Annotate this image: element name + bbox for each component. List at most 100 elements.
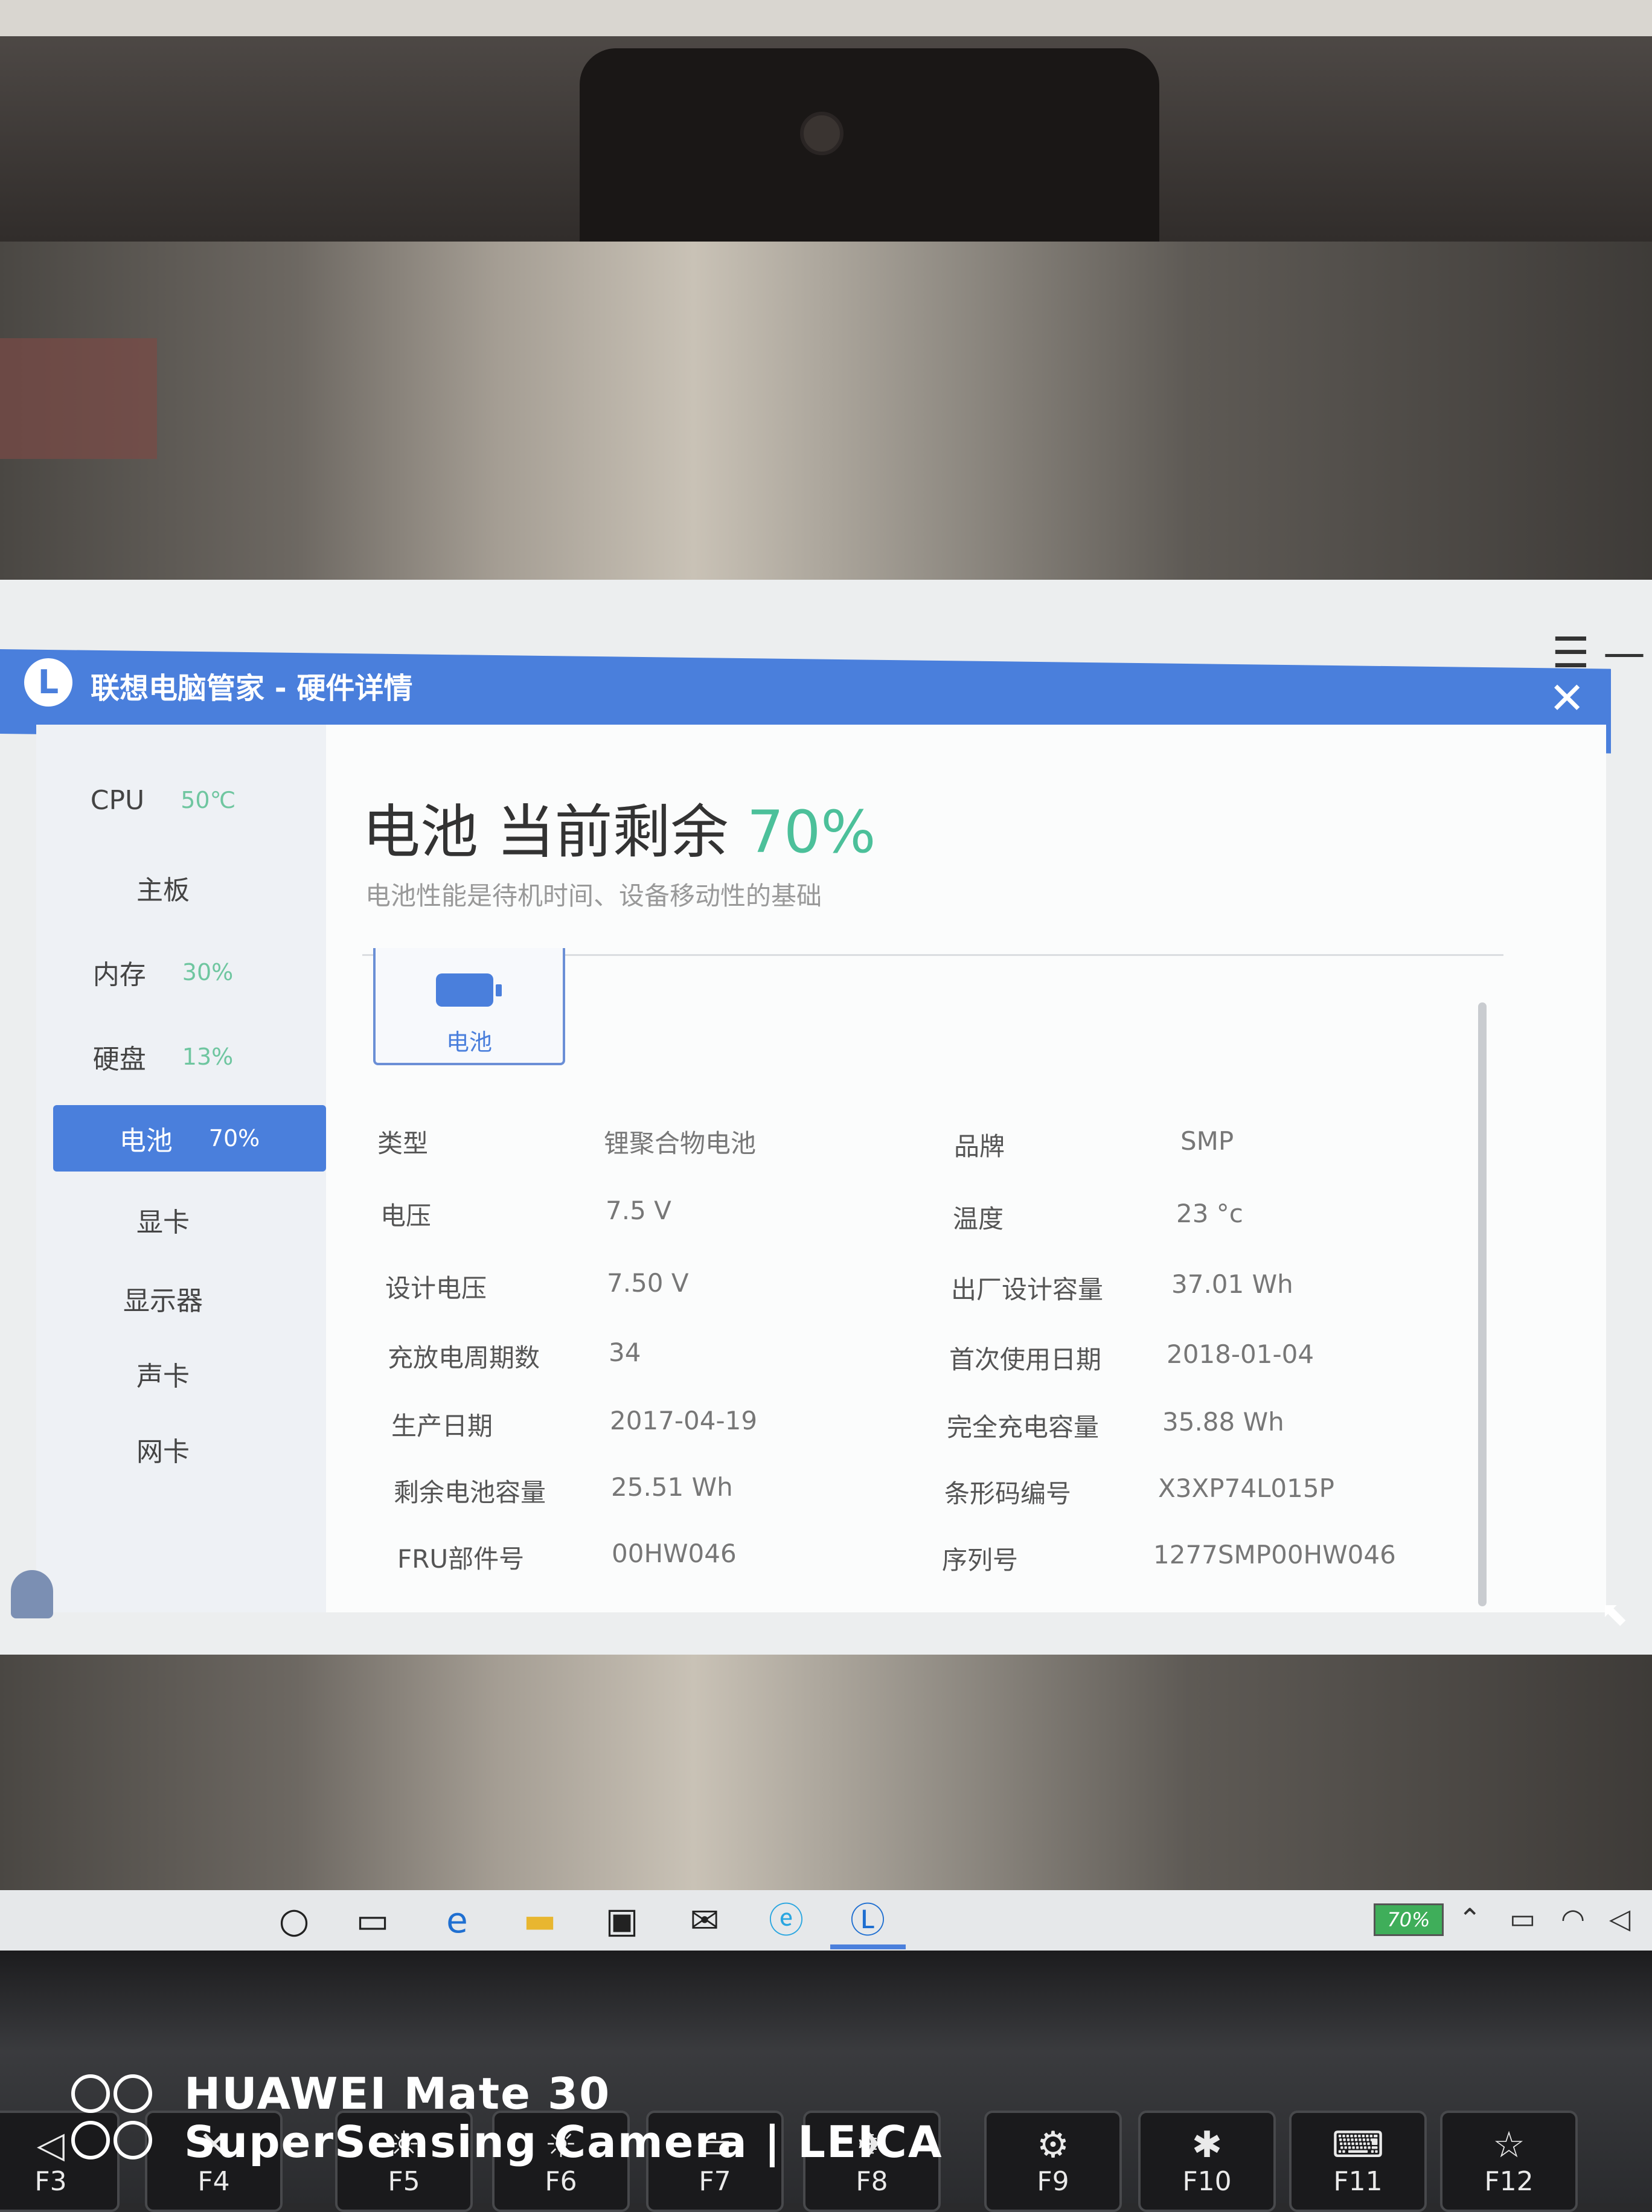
field-label: 序列号 [942, 1545, 1019, 1575]
sidebar-item-label: 显示器 [123, 1286, 203, 1316]
page-title: 电池 当前剩余 70% [362, 785, 876, 869]
field-label: 充放电周期数 [388, 1343, 540, 1373]
key-f12: ☆ F12 [1440, 2111, 1578, 2212]
store-icon[interactable]: ▣ [603, 1901, 641, 1940]
background-top [0, 0, 1652, 36]
page-subtitle: 电池性能是待机时间、设备移动性的基础 [365, 881, 822, 911]
sidebar-item-label: CPU [90, 784, 145, 816]
sidebar-item-motherboard[interactable]: 主板 [36, 854, 290, 921]
field-label: FRU部件号 [397, 1544, 525, 1574]
key-label: F3 [34, 2166, 67, 2197]
sidebar-item-value: 13% [182, 1043, 234, 1070]
heading-text: 电池 当前剩余 [362, 798, 748, 866]
sidebar-item-disk[interactable]: 硬盘 13% [36, 1024, 290, 1090]
field-label: 设计电压 [385, 1274, 487, 1303]
key-label: F4 [197, 2166, 230, 2197]
keyboard-icon: ⌨ [1331, 2124, 1385, 2166]
camera-logo-icon [71, 2121, 168, 2163]
key-label: F5 [388, 2166, 420, 2197]
field-label: 出厂设计容量 [951, 1275, 1104, 1304]
search-circle-icon[interactable]: ○ [275, 1901, 313, 1940]
sidebar-item-battery[interactable]: 电池 70% [53, 1105, 326, 1172]
key-label: F8 [856, 2166, 888, 2197]
webcam-lens [800, 112, 844, 155]
user-avatar[interactable] [11, 1570, 53, 1618]
field-label: 完全充电容量 [947, 1412, 1100, 1442]
sidebar-item-network[interactable]: 网卡 [36, 1416, 290, 1483]
field-value: 34 [609, 1338, 641, 1367]
field-value: 25.51 Wh [611, 1472, 733, 1502]
file-explorer-icon[interactable]: ▬ [520, 1901, 559, 1940]
watermark-line1: HUAWEI Mate 30 [184, 2068, 611, 2119]
sidebar-item-cpu[interactable]: CPU 50℃ [36, 767, 290, 833]
field-value: 锂聚合物电池 [604, 1129, 757, 1158]
field-value: 23 °c [1176, 1199, 1243, 1228]
sidebar-item-label: 显卡 [136, 1207, 190, 1238]
key-label: F10 [1182, 2166, 1232, 2197]
sidebar-item-gpu[interactable]: 显卡 [36, 1187, 290, 1253]
sidebar-item-display[interactable]: 显示器 [36, 1265, 290, 1332]
lenovo-logo-icon: L [24, 658, 72, 707]
sidebar-item-label: 电池 [119, 1126, 173, 1156]
active-app-indicator [830, 1944, 906, 1949]
sidebar-item-label: 硬盘 [92, 1044, 146, 1075]
sidebar-item-sound[interactable]: 声卡 [36, 1341, 290, 1407]
sidebar-item-value: 30% [182, 959, 234, 986]
battery-icon [436, 973, 502, 1007]
tray-battery-indicator[interactable]: 70% [1374, 1903, 1444, 1936]
field-value: 1277SMP00HW046 [1153, 1540, 1396, 1569]
star-icon: ☆ [1493, 2124, 1525, 2166]
key-label: F11 [1333, 2166, 1383, 2197]
sidebar-item-label: 网卡 [136, 1437, 190, 1467]
watermark-line2: SuperSensing Camera | LEICA [184, 2117, 943, 2167]
close-button[interactable]: ✕ [1549, 676, 1585, 720]
field-value: 00HW046 [612, 1539, 737, 1568]
edge-icon[interactable]: e [438, 1901, 476, 1940]
field-value: 2018-01-04 [1167, 1339, 1314, 1369]
sidebar-item-label: 内存 [92, 960, 146, 990]
battery-tray-icon[interactable]: ▭ [1510, 1902, 1535, 1935]
task-view-icon[interactable]: ▭ [353, 1901, 392, 1940]
field-label: 条形码编号 [944, 1479, 1072, 1508]
key-label: F12 [1484, 2166, 1534, 2197]
field-label: 温度 [953, 1204, 1004, 1234]
scrollbar[interactable] [1478, 1002, 1487, 1606]
field-value: 37.01 Wh [1171, 1269, 1293, 1299]
camera-logo-icon [71, 2074, 168, 2117]
bluetooth-icon: ✱ [1191, 2124, 1223, 2166]
field-label: 类型 [377, 1129, 429, 1158]
sidebar-item-label: 声卡 [136, 1361, 190, 1392]
field-label: 品牌 [954, 1132, 1005, 1161]
sidebar-item-value: 70% [208, 1125, 260, 1152]
field-label: 电压 [380, 1201, 432, 1231]
wifi-icon[interactable]: ◠ [1561, 1902, 1585, 1935]
sidebar-item-value: 50℃ [181, 787, 236, 813]
field-label: 剩余电池容量 [394, 1478, 546, 1507]
key-label: F9 [1037, 2166, 1069, 2197]
tab-battery[interactable]: 电池 [373, 948, 565, 1065]
key-f11: ⌨ F11 [1289, 2111, 1427, 2212]
field-value: 35.88 Wh [1162, 1407, 1284, 1437]
field-label: 首次使用日期 [949, 1345, 1102, 1374]
sidebar-item-memory[interactable]: 内存 30% [36, 939, 290, 1005]
field-value: 2017-04-19 [610, 1406, 758, 1435]
key-label: F7 [699, 2166, 731, 2197]
field-value: 7.50 V [607, 1268, 689, 1298]
field-value: 7.5 V [606, 1196, 671, 1225]
chevron-up-icon[interactable]: ⌃ [1458, 1902, 1482, 1935]
field-label: 生产日期 [391, 1411, 493, 1441]
key-f9: ⚙ F9 [984, 2111, 1122, 2212]
field-value: X3XP74L015P [1158, 1473, 1334, 1503]
ie-icon[interactable]: ⓔ [767, 1901, 805, 1940]
settings-icon: ⚙ [1037, 2124, 1069, 2166]
mouse-cursor-icon: ⬉ [1600, 1594, 1628, 1633]
sidebar: CPU 50℃ 主板 内存 30% 硬盘 13% 电池 70% 显卡 显示器 声… [36, 725, 326, 1612]
tab-label: 电池 [446, 1029, 492, 1056]
volume-icon[interactable]: ◁ [1609, 1902, 1630, 1935]
key-label: F6 [545, 2166, 577, 2197]
wallpaper-detail [0, 338, 157, 459]
mail-icon[interactable]: ✉ [685, 1901, 724, 1940]
webcam-housing [580, 48, 1159, 248]
battery-percent: 70% [747, 798, 876, 866]
lenovo-icon[interactable]: Ⓛ [848, 1901, 887, 1940]
